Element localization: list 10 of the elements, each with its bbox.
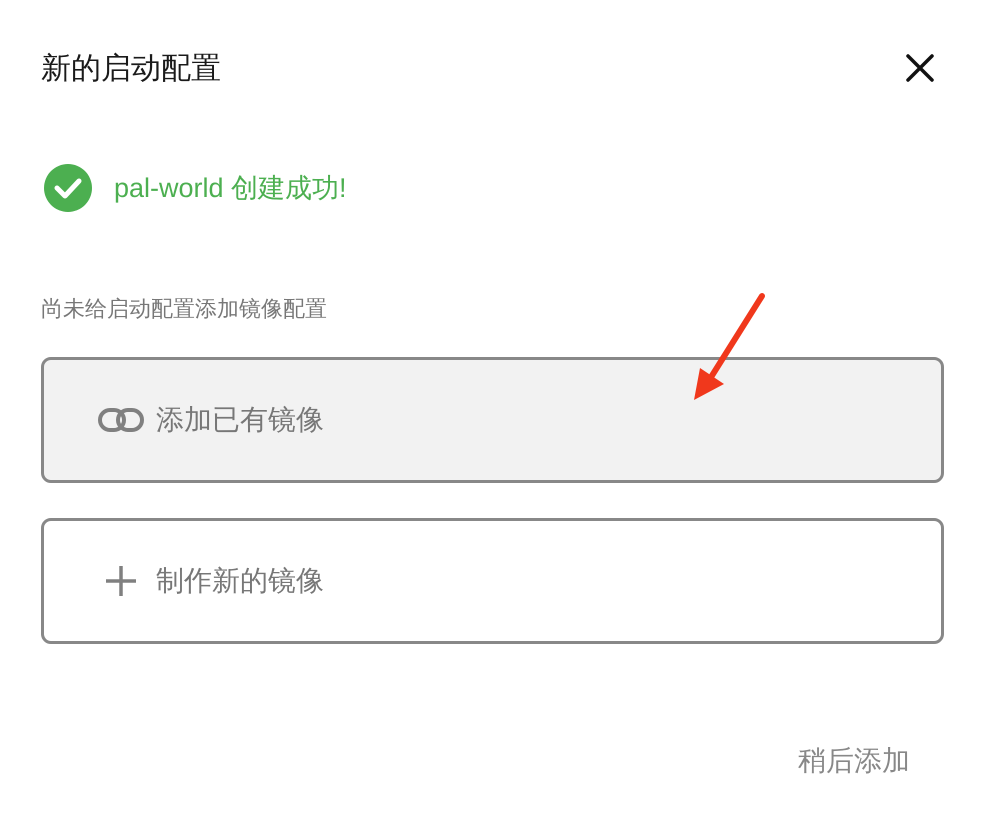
check-circle-icon [44, 164, 92, 212]
hint-text: 尚未给启动配置添加镜像配置 [41, 295, 328, 323]
option-button[interactable]: 添加已有镜像 [41, 357, 944, 483]
plus-icon [104, 564, 138, 598]
link-icon [98, 408, 144, 432]
option-button[interactable]: 制作新的镜像 [41, 518, 944, 644]
dialog-title: 新的启动配置 [41, 50, 221, 86]
close-button[interactable] [903, 51, 937, 85]
add-later-button[interactable]: 稍后添加 [798, 734, 910, 788]
success-message: pal-world 创建成功! [114, 172, 347, 205]
